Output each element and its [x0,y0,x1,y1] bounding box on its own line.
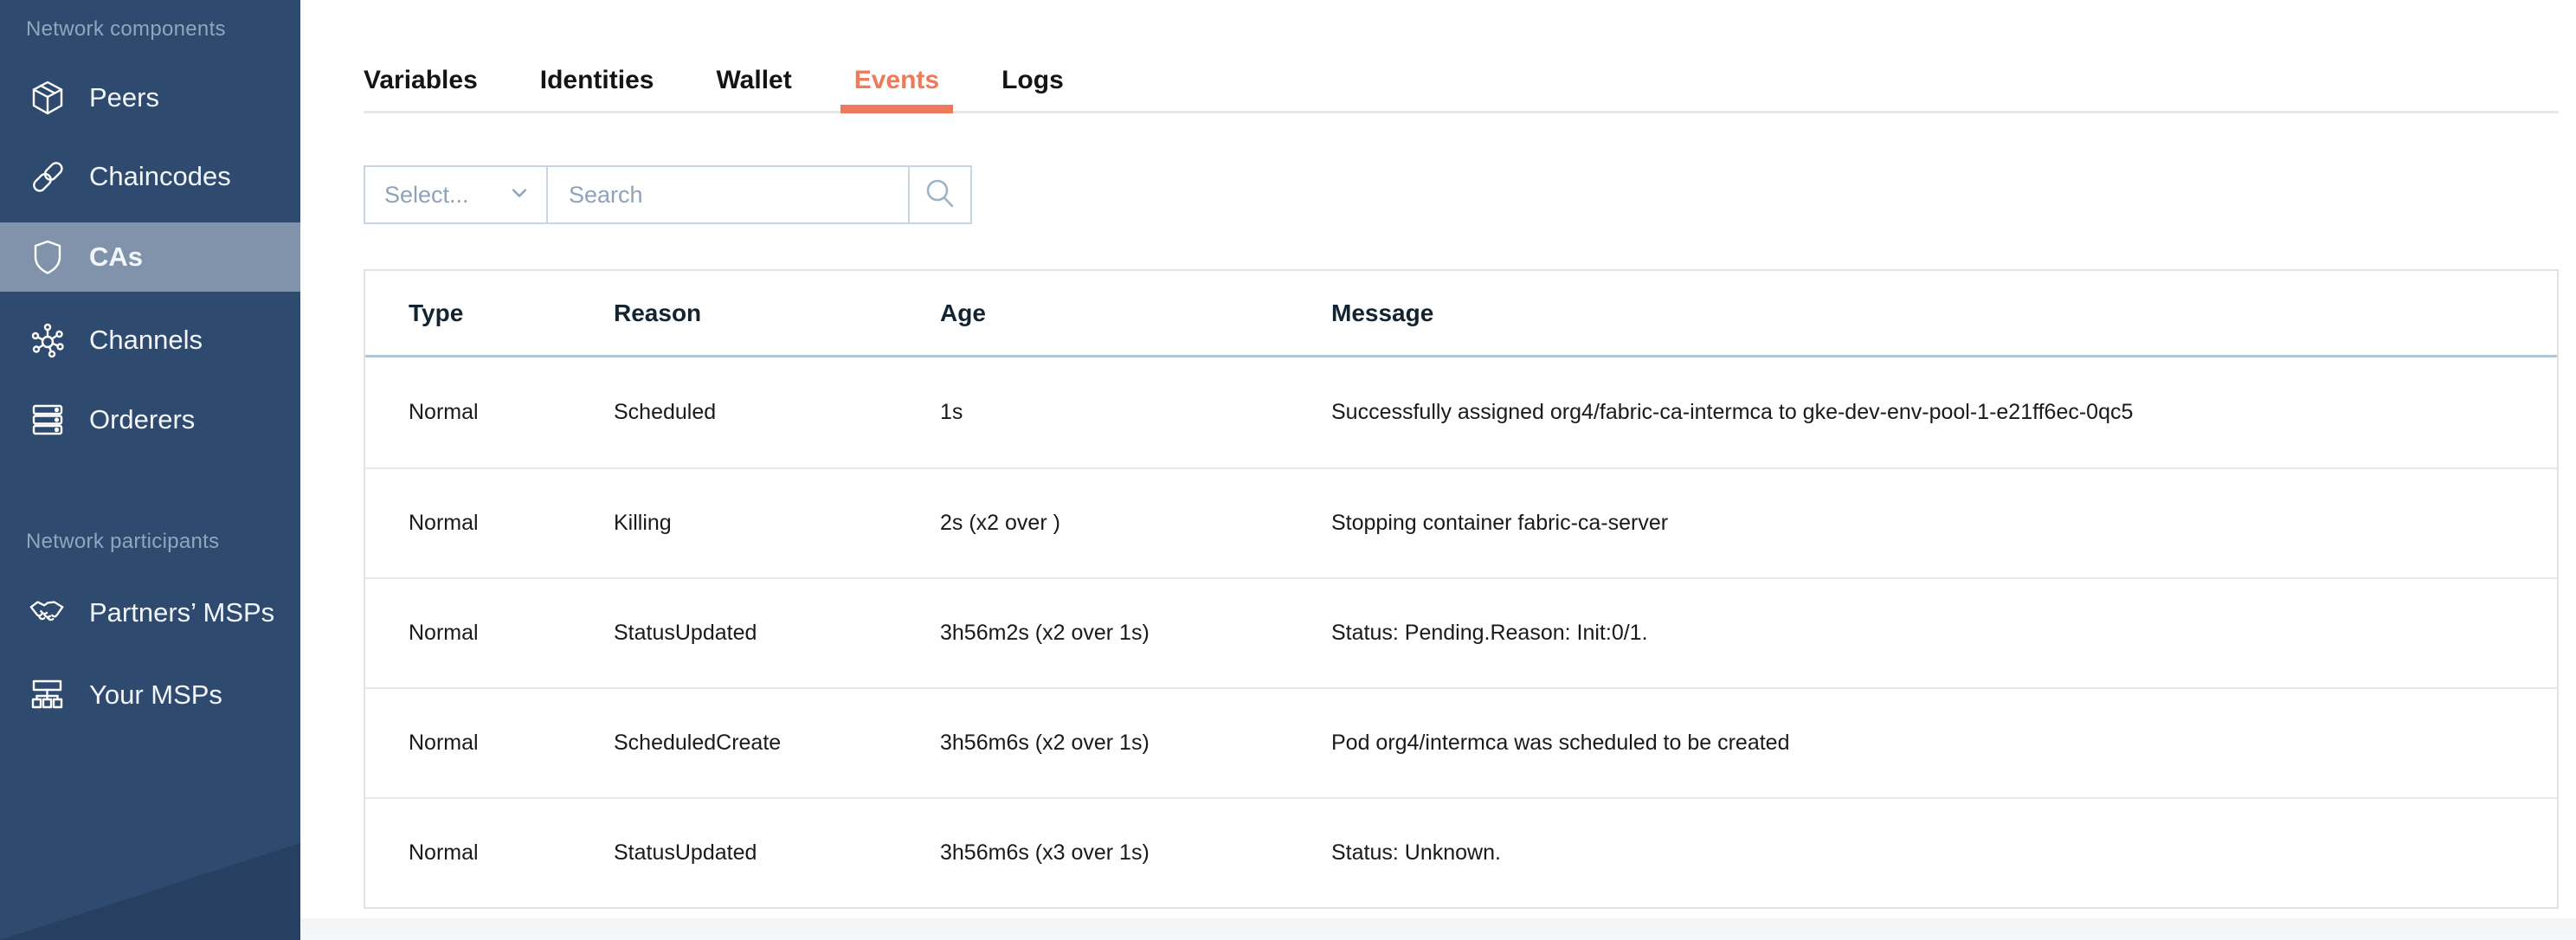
table-row: Normal ScheduledCreate 3h56m6s (x2 over … [365,687,2557,797]
cell-reason: Killing [614,511,940,536]
sidebar-item-channels[interactable]: Channels [0,306,300,375]
table-row: Normal Killing 2s (x2 over ) Stopping co… [365,467,2557,577]
cell-reason: Scheduled [614,400,940,425]
cell-reason: StatusUpdated [614,840,940,866]
filter-bar: Select... [364,165,972,224]
sidebar-item-peers[interactable]: Peers [0,63,300,132]
filter-select-placeholder: Select... [384,182,469,209]
cell-age: 3h56m6s (x3 over 1s) [940,840,1331,866]
sidebar-item-label: Orderers [89,404,195,435]
search-input[interactable] [548,167,908,222]
sidebar-item-orderers[interactable]: Orderers [0,385,300,454]
sidebar-item-label: Peers [89,82,159,113]
cell-age: 3h56m6s (x2 over 1s) [940,731,1331,756]
tab-logs[interactable]: Logs [1001,65,1064,113]
cell-message: Pod org4/intermca was scheduled to be cr… [1331,731,2557,756]
sidebar-item-your-msps[interactable]: Your MSPs [0,660,300,730]
shield-icon [29,238,67,276]
column-header-age: Age [940,299,1331,327]
sidebar-item-cas[interactable]: CAs [0,222,300,292]
cell-type: Normal [365,400,614,425]
cell-type: Normal [365,840,614,866]
sidebar-item-label: Chaincodes [89,161,231,192]
sidebar: Network components Peers Chaincodes [0,0,300,940]
cell-reason: ScheduledCreate [614,731,940,756]
column-header-message: Message [1331,299,2557,327]
tab-events[interactable]: Events [854,65,939,113]
tab-bar: Variables Identities Wallet Events Logs [364,65,1064,113]
filter-select[interactable]: Select... [364,165,548,224]
sidebar-item-label: Channels [89,325,203,356]
org-chart-icon [29,676,67,714]
tab-identities[interactable]: Identities [540,65,654,113]
chain-link-icon [29,158,67,196]
sidebar-section-label-components: Network components [26,17,226,42]
cell-message: Status: Unknown. [1331,840,2557,866]
cell-age: 1s [940,400,1331,425]
chevron-down-icon [508,182,531,209]
page-footer-area [300,918,2576,940]
search-icon [923,177,957,214]
tab-variables[interactable]: Variables [364,65,478,113]
cell-type: Normal [365,731,614,756]
column-header-reason: Reason [614,299,940,327]
handshake-icon [29,594,67,632]
sidebar-section-label-participants: Network participants [26,530,219,554]
cell-type: Normal [365,511,614,536]
server-stack-icon [29,401,67,439]
column-header-type: Type [365,299,614,327]
sidebar-item-partners-msps[interactable]: Partners’ MSPs [0,578,300,647]
sidebar-item-label: CAs [89,241,143,273]
cell-message: Stopping container fabric-ca-server [1331,511,2557,536]
search-button[interactable] [910,167,970,222]
cell-reason: StatusUpdated [614,621,940,646]
sidebar-item-label: Your MSPs [89,679,222,711]
table-row: Normal StatusUpdated 3h56m6s (x3 over 1s… [365,797,2557,907]
cell-message: Successfully assigned org4/fabric-ca-int… [1331,400,2557,425]
search-box [546,165,972,224]
cell-age: 2s (x2 over ) [940,511,1331,536]
table-row: Normal StatusUpdated 3h56m2s (x2 over 1s… [365,577,2557,687]
cell-age: 3h56m2s (x2 over 1s) [940,621,1331,646]
table-row: Normal Scheduled 1s Successfully assigne… [365,357,2557,467]
network-hub-icon [29,321,67,359]
cell-message: Status: Pending.Reason: Init:0/1. [1331,621,2557,646]
cube-icon [29,79,67,117]
sidebar-item-label: Partners’ MSPs [89,597,274,628]
tab-wallet[interactable]: Wallet [716,65,791,113]
events-table-header: Type Reason Age Message [365,271,2557,357]
cell-type: Normal [365,621,614,646]
events-table: Type Reason Age Message Normal Scheduled… [364,269,2559,909]
sidebar-item-chaincodes[interactable]: Chaincodes [0,142,300,211]
